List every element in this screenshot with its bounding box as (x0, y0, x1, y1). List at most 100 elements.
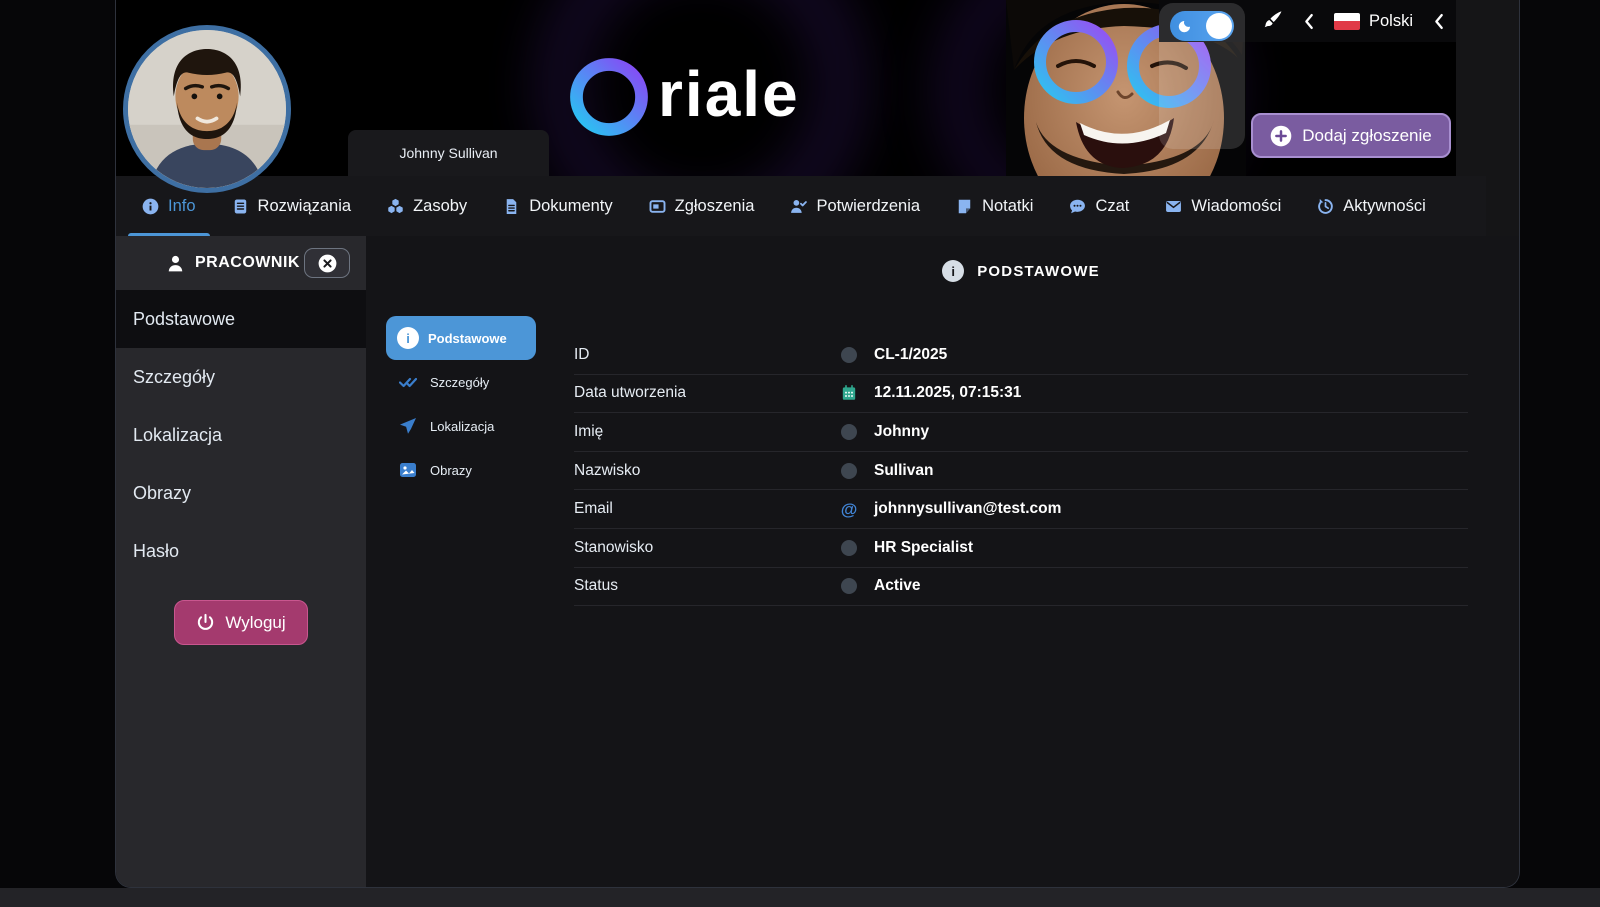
tab-chat[interactable]: Czat (1069, 176, 1129, 236)
subnav-label: Obrazy (430, 463, 472, 478)
tab-label: Aktywności (1343, 197, 1426, 216)
card-icon (649, 198, 666, 215)
table-row: Stanowisko HR Specialist (574, 529, 1468, 568)
image-icon (399, 461, 417, 479)
sidebar-item-haslo[interactable]: Hasło (116, 522, 366, 580)
dark-mode-toggle[interactable] (1170, 11, 1234, 41)
user-check-icon (790, 198, 807, 215)
info-icon: i (942, 260, 964, 282)
sidebar-item-label: Podstawowe (133, 309, 235, 330)
add-request-button[interactable]: Dodaj zgłoszenie (1251, 113, 1451, 158)
toggle-knob (1206, 13, 1232, 39)
history-icon (1317, 198, 1334, 215)
field-label: Stanowisko (574, 539, 836, 557)
paper-plane-icon (399, 417, 417, 435)
logo-o-ring (568, 56, 650, 138)
avatar[interactable] (123, 25, 291, 193)
subnav-item-obrazy[interactable]: Obrazy (386, 448, 536, 492)
user-name-box: Johnny Sullivan (348, 130, 549, 176)
info-icon: i (397, 327, 419, 349)
tab-messages[interactable]: Wiadomości (1165, 176, 1281, 236)
subnav-item-podstawowe[interactable]: i Podstawowe (386, 316, 536, 360)
sidebar-item-podstawowe[interactable]: Podstawowe (116, 290, 366, 348)
poland-flag-icon (1334, 13, 1360, 30)
section-title: PODSTAWOWE (977, 263, 1100, 280)
main-panel: i PODSTAWOWE i Podstawowe Szczegóły Loka… (366, 236, 1520, 888)
dot-icon (836, 540, 862, 556)
tab-notes[interactable]: Notatki (956, 176, 1033, 236)
sidebar-item-szczegoly[interactable]: Szczegóły (116, 348, 366, 406)
logo-text: riale (658, 62, 800, 132)
tab-requests[interactable]: Zgłoszenia (649, 176, 755, 236)
field-value: CL-1/2025 (874, 346, 947, 364)
field-label: Email (574, 500, 836, 518)
tab-activities[interactable]: Aktywności (1317, 176, 1426, 236)
table-row: Imię Johnny (574, 413, 1468, 452)
avatar-photo (128, 30, 286, 188)
subnav-item-lokalizacja[interactable]: Lokalizacja (386, 404, 536, 448)
sidebar-item-obrazy[interactable]: Obrazy (116, 464, 366, 522)
field-value: 12.11.2025, 07:15:31 (874, 384, 1021, 402)
table-row: Nazwisko Sullivan (574, 452, 1468, 491)
dot-icon (836, 424, 862, 440)
field-label: Data utworzenia (574, 384, 836, 402)
power-icon (196, 613, 215, 632)
tab-documents[interactable]: Dokumenty (503, 176, 612, 236)
tab-label: Zasoby (413, 197, 467, 216)
field-value: Active (874, 577, 921, 595)
tab-resources[interactable]: Zasoby (387, 176, 467, 236)
logout-label: Wyloguj (225, 613, 285, 633)
dot-icon (836, 463, 862, 479)
sidebar: PRACOWNIK Podstawowe Szczegóły Lokalizac… (116, 236, 366, 888)
envelope-icon (1165, 198, 1182, 215)
field-value: Sullivan (874, 462, 933, 480)
table-row: ID CL-1/2025 (574, 336, 1468, 375)
sidebar-item-label: Szczegóły (133, 367, 215, 388)
add-request-label: Dodaj zgłoszenie (1302, 126, 1431, 146)
field-label: Nazwisko (574, 462, 836, 480)
field-value: johnnysullivan@test.com (874, 500, 1061, 518)
file-lines-icon (503, 198, 520, 215)
page-bottom-strip (0, 888, 1600, 907)
sidebar-header: PRACOWNIK (116, 236, 366, 290)
subnav-item-szczegoly[interactable]: Szczegóły (386, 360, 536, 404)
tab-label: Rozwiązania (258, 197, 352, 216)
tab-label: Wiadomości (1191, 197, 1281, 216)
field-label: ID (574, 346, 836, 364)
logout-button[interactable]: Wyloguj (174, 600, 308, 645)
tab-label: Info (168, 197, 196, 216)
chevron-left-icon[interactable] (1433, 13, 1444, 30)
tab-label: Czat (1095, 197, 1129, 216)
sticky-note-icon (956, 198, 973, 215)
double-check-icon (399, 373, 417, 391)
dot-icon (836, 578, 862, 594)
chat-bubble-icon (1069, 198, 1086, 215)
paintbrush-icon[interactable] (1261, 10, 1283, 32)
subnav-label: Szczegóły (430, 375, 489, 390)
theme-panel (1159, 3, 1245, 149)
tab-label: Dokumenty (529, 197, 612, 216)
plus-circle-icon (1270, 125, 1292, 147)
field-label: Status (574, 577, 836, 595)
chevron-left-icon[interactable] (1303, 13, 1314, 30)
close-icon (318, 254, 337, 273)
table-row: Data utworzenia 12.11.2025, 07:15:31 (574, 375, 1468, 414)
field-value: HR Specialist (874, 539, 973, 557)
language-selector[interactable]: Polski (1334, 12, 1413, 31)
subnav: i Podstawowe Szczegóły Lokalizacja Obraz… (386, 316, 536, 492)
cubes-icon (387, 198, 404, 215)
details-table: ID CL-1/2025 Data utworzenia 12.11.2025,… (574, 336, 1468, 606)
person-icon (166, 254, 185, 273)
dot-icon (836, 347, 862, 363)
tab-confirmations[interactable]: Potwierdzenia (790, 176, 920, 236)
main-tabbar: Info Rozwiązania Zasoby Dokumenty Zgłosz… (116, 176, 1486, 236)
content-row: PRACOWNIK Podstawowe Szczegóły Lokalizac… (116, 236, 1520, 888)
sidebar-item-label: Obrazy (133, 483, 191, 504)
sidebar-item-lokalizacja[interactable]: Lokalizacja (116, 406, 366, 464)
close-button[interactable] (304, 248, 350, 278)
at-icon: @ (836, 501, 862, 518)
field-label: Imię (574, 423, 836, 441)
tab-solutions[interactable]: Rozwiązania (232, 176, 352, 236)
tab-label: Notatki (982, 197, 1033, 216)
header-banner: riale (116, 0, 1456, 176)
